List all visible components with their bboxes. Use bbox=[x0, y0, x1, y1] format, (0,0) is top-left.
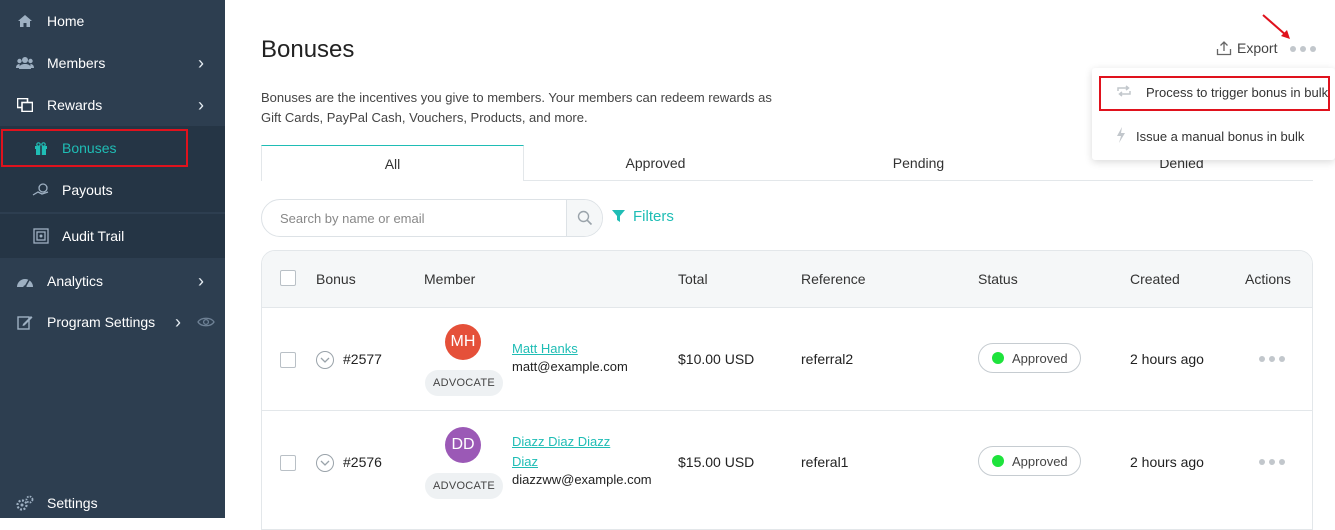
bonus-id: #2577 bbox=[343, 351, 382, 367]
chevron-right-icon: › bbox=[198, 94, 204, 115]
chevron-down-icon bbox=[320, 357, 330, 363]
member-name-link[interactable]: Diazz Diaz Diazz bbox=[512, 432, 652, 452]
page-title: Bonuses bbox=[261, 36, 355, 63]
search-bar bbox=[261, 199, 603, 237]
chevron-right-icon: › bbox=[175, 311, 181, 332]
role-badge: ADVOCATE bbox=[425, 370, 503, 396]
menu-item-label: Process to trigger bonus in bulk bbox=[1146, 84, 1329, 100]
upload-icon bbox=[1216, 41, 1232, 56]
sidebar-item-payouts[interactable]: Payouts bbox=[0, 168, 225, 212]
chevron-right-icon: › bbox=[198, 52, 204, 73]
menu-item-manual-bonus[interactable]: Issue a manual bonus in bulk bbox=[1092, 114, 1335, 158]
bonus-reference: referral2 bbox=[801, 351, 854, 367]
created-time: 2 hours ago bbox=[1130, 351, 1204, 367]
home-icon bbox=[16, 12, 34, 30]
member-name-link[interactable]: Matt Hanks bbox=[512, 339, 628, 359]
menu-item-process-bulk[interactable]: Process to trigger bonus in bulk bbox=[1092, 70, 1335, 114]
tab-pending[interactable]: Pending bbox=[787, 145, 1050, 181]
edit-icon bbox=[16, 313, 34, 331]
avatar: DD bbox=[445, 427, 481, 463]
created-time: 2 hours ago bbox=[1130, 454, 1204, 470]
status-badge: Approved bbox=[978, 343, 1081, 373]
role-badge: ADVOCATE bbox=[425, 473, 503, 499]
table-header: Bonus Member Total Reference Status Crea… bbox=[262, 251, 1312, 307]
repeat-icon bbox=[1116, 84, 1132, 100]
rewards-icon bbox=[16, 96, 34, 114]
export-label: Export bbox=[1237, 40, 1278, 56]
member-info: Diazz Diaz Diazz Diaz diazzww@example.co… bbox=[512, 432, 652, 487]
row-actions-button[interactable] bbox=[1259, 356, 1285, 362]
search-button[interactable] bbox=[566, 200, 602, 236]
search-input[interactable] bbox=[262, 200, 562, 236]
row-checkbox[interactable] bbox=[280, 455, 296, 471]
audit-icon bbox=[32, 227, 50, 245]
select-all-checkbox[interactable] bbox=[280, 270, 296, 286]
filter-icon bbox=[612, 210, 625, 222]
member-info: Matt Hanks matt@example.com bbox=[512, 339, 628, 374]
bonus-reference: referal1 bbox=[801, 454, 849, 470]
header-bonus: Bonus bbox=[316, 271, 356, 287]
bolt-icon bbox=[1116, 126, 1126, 146]
tab-approved[interactable]: Approved bbox=[524, 145, 787, 181]
header-reference: Reference bbox=[801, 271, 866, 287]
avatar: MH bbox=[445, 324, 481, 360]
chevron-down-icon bbox=[320, 460, 330, 466]
chevron-right-icon: › bbox=[198, 270, 204, 291]
row-actions-button[interactable] bbox=[1259, 459, 1285, 465]
sidebar: Home Members › Rewards › Bonuses Payouts… bbox=[0, 0, 225, 518]
bonus-total: $15.00 USD bbox=[678, 454, 755, 470]
header-total: Total bbox=[678, 271, 708, 287]
sidebar-item-label: Home bbox=[47, 13, 85, 29]
sidebar-item-label: Analytics bbox=[47, 273, 104, 289]
member-name-link[interactable]: Diaz bbox=[512, 452, 652, 472]
bonuses-table: Bonus Member Total Reference Status Crea… bbox=[261, 250, 1313, 530]
sidebar-item-label: Program Settings bbox=[47, 314, 156, 330]
analytics-icon bbox=[16, 272, 34, 290]
sidebar-item-audit-trail[interactable]: Audit Trail bbox=[0, 214, 225, 258]
member-email: matt@example.com bbox=[512, 359, 628, 374]
sidebar-item-label: Members bbox=[47, 55, 106, 71]
status-dot-icon bbox=[992, 455, 1004, 467]
members-icon bbox=[16, 54, 34, 72]
sidebar-item-label: Settings bbox=[47, 495, 98, 511]
table-row: #2577 MH ADVOCATE Matt Hanks matt@exampl… bbox=[262, 307, 1312, 410]
eye-icon[interactable] bbox=[197, 316, 215, 328]
sidebar-item-label: Payouts bbox=[62, 182, 113, 198]
bonus-total: $10.00 USD bbox=[678, 351, 755, 367]
filters-label: Filters bbox=[633, 208, 674, 225]
sidebar-item-label: Rewards bbox=[47, 97, 103, 113]
status-dot-icon bbox=[992, 352, 1004, 364]
expand-row-button[interactable] bbox=[316, 454, 334, 472]
search-icon bbox=[577, 210, 592, 226]
sidebar-item-program-settings[interactable]: Program Settings › bbox=[0, 301, 225, 343]
sidebar-item-label: Bonuses bbox=[62, 140, 117, 156]
table-row: #2576 DD ADVOCATE Diazz Diaz Diazz Diaz … bbox=[262, 410, 1312, 513]
more-options-button[interactable] bbox=[1290, 46, 1316, 52]
header-created: Created bbox=[1130, 271, 1180, 287]
bonus-id: #2576 bbox=[343, 454, 382, 470]
sidebar-item-home[interactable]: Home bbox=[0, 0, 225, 42]
header-actions: Actions bbox=[1245, 271, 1291, 287]
sidebar-item-rewards[interactable]: Rewards › bbox=[0, 84, 225, 126]
gift-icon bbox=[32, 139, 50, 157]
more-options-menu: Process to trigger bonus in bulk Issue a… bbox=[1092, 68, 1335, 160]
page-description: Bonuses are the incentives you give to m… bbox=[261, 90, 772, 125]
sidebar-item-members[interactable]: Members › bbox=[0, 42, 225, 84]
sidebar-item-bonuses[interactable]: Bonuses bbox=[0, 126, 225, 170]
annotation-arrow-icon bbox=[1262, 14, 1290, 39]
header-status: Status bbox=[978, 271, 1018, 287]
header-member: Member bbox=[424, 271, 476, 287]
status-badge: Approved bbox=[978, 446, 1081, 476]
row-checkbox[interactable] bbox=[280, 352, 296, 368]
payouts-icon bbox=[32, 181, 50, 199]
menu-item-label: Issue a manual bonus in bulk bbox=[1136, 128, 1305, 144]
filters-button[interactable]: Filters bbox=[612, 208, 674, 225]
sidebar-item-label: Audit Trail bbox=[62, 228, 125, 244]
expand-row-button[interactable] bbox=[316, 351, 334, 369]
export-button[interactable]: Export bbox=[1216, 40, 1277, 56]
member-email: diazzww@example.com bbox=[512, 472, 652, 487]
settings-icon bbox=[16, 494, 34, 512]
tab-all[interactable]: All bbox=[261, 145, 524, 181]
sidebar-item-analytics[interactable]: Analytics › bbox=[0, 260, 225, 302]
